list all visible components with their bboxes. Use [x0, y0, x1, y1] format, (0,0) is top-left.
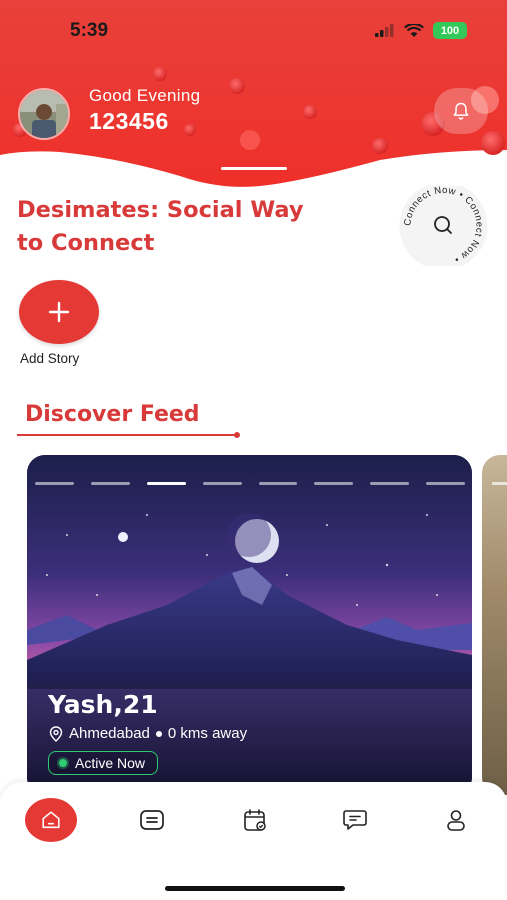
calendar-icon	[244, 809, 266, 831]
progress-segment	[426, 482, 465, 485]
chat-icon	[343, 810, 367, 830]
plus-icon	[48, 301, 70, 323]
battery-indicator: 100	[433, 22, 467, 39]
progress-segment	[35, 482, 74, 485]
progress-segment	[202, 482, 242, 485]
home-indicator	[165, 886, 345, 891]
status-time: 5:39	[70, 20, 109, 41]
bottom-navigation	[0, 782, 507, 900]
connect-now-button[interactable]: Connect Now • Connect Now •	[396, 182, 491, 270]
nav-home[interactable]	[25, 798, 77, 842]
section-underline	[17, 434, 237, 436]
home-icon	[42, 811, 60, 829]
wifi-icon	[404, 23, 424, 37]
greeting-text: Good Evening	[89, 86, 201, 105]
location-distance: 0 kms away	[167, 725, 248, 742]
avatar[interactable]	[18, 88, 70, 140]
progress-segment-active	[146, 482, 186, 485]
progress-segment	[370, 482, 410, 485]
username-text: 123456	[89, 108, 169, 134]
progress-segment	[492, 482, 507, 485]
progress-segment	[90, 482, 130, 485]
drag-handle	[221, 167, 287, 170]
next-profile-card[interactable]	[482, 455, 507, 795]
location-pin-icon	[49, 725, 63, 742]
profile-location: Ahmedabad 0 kms away	[49, 725, 247, 742]
profile-card[interactable]: Yash,21 Ahmedabad 0 kms away Active Now	[27, 455, 472, 795]
add-story-label: Add Story	[20, 351, 80, 366]
separator-dot	[155, 730, 162, 737]
section-underline-dot	[234, 432, 240, 438]
status-bar: 5:39 100	[0, 0, 507, 62]
nav-chat[interactable]	[328, 798, 382, 842]
status-icons: 100	[375, 22, 467, 39]
add-story-button[interactable]	[19, 280, 99, 344]
location-city: Ahmedabad	[69, 725, 150, 742]
app-title: Desimates: Social Way to Connect	[17, 197, 304, 256]
nav-calendar[interactable]	[228, 798, 282, 842]
online-indicator	[59, 759, 67, 767]
profile-name: Yash,21	[48, 690, 158, 719]
notifications-button[interactable]	[434, 88, 488, 134]
profile-icon	[447, 810, 465, 831]
active-now-text: Active Now	[75, 755, 146, 771]
active-now-badge: Active Now	[48, 751, 159, 775]
nav-feed[interactable]	[125, 798, 179, 842]
connect-now-badge: Connect Now • Connect Now •	[399, 182, 488, 270]
bell-icon	[453, 102, 469, 120]
feed-icon	[140, 810, 164, 830]
signal-icon	[375, 24, 394, 37]
progress-segment	[314, 482, 354, 485]
profile-card-image	[27, 455, 472, 795]
nav-profile[interactable]	[429, 798, 483, 842]
story-progress	[35, 482, 465, 485]
header: 5:39 100 Good Evening 123456	[0, 0, 507, 190]
progress-segment	[258, 482, 298, 485]
discover-feed-title: Discover Feed	[25, 402, 200, 427]
